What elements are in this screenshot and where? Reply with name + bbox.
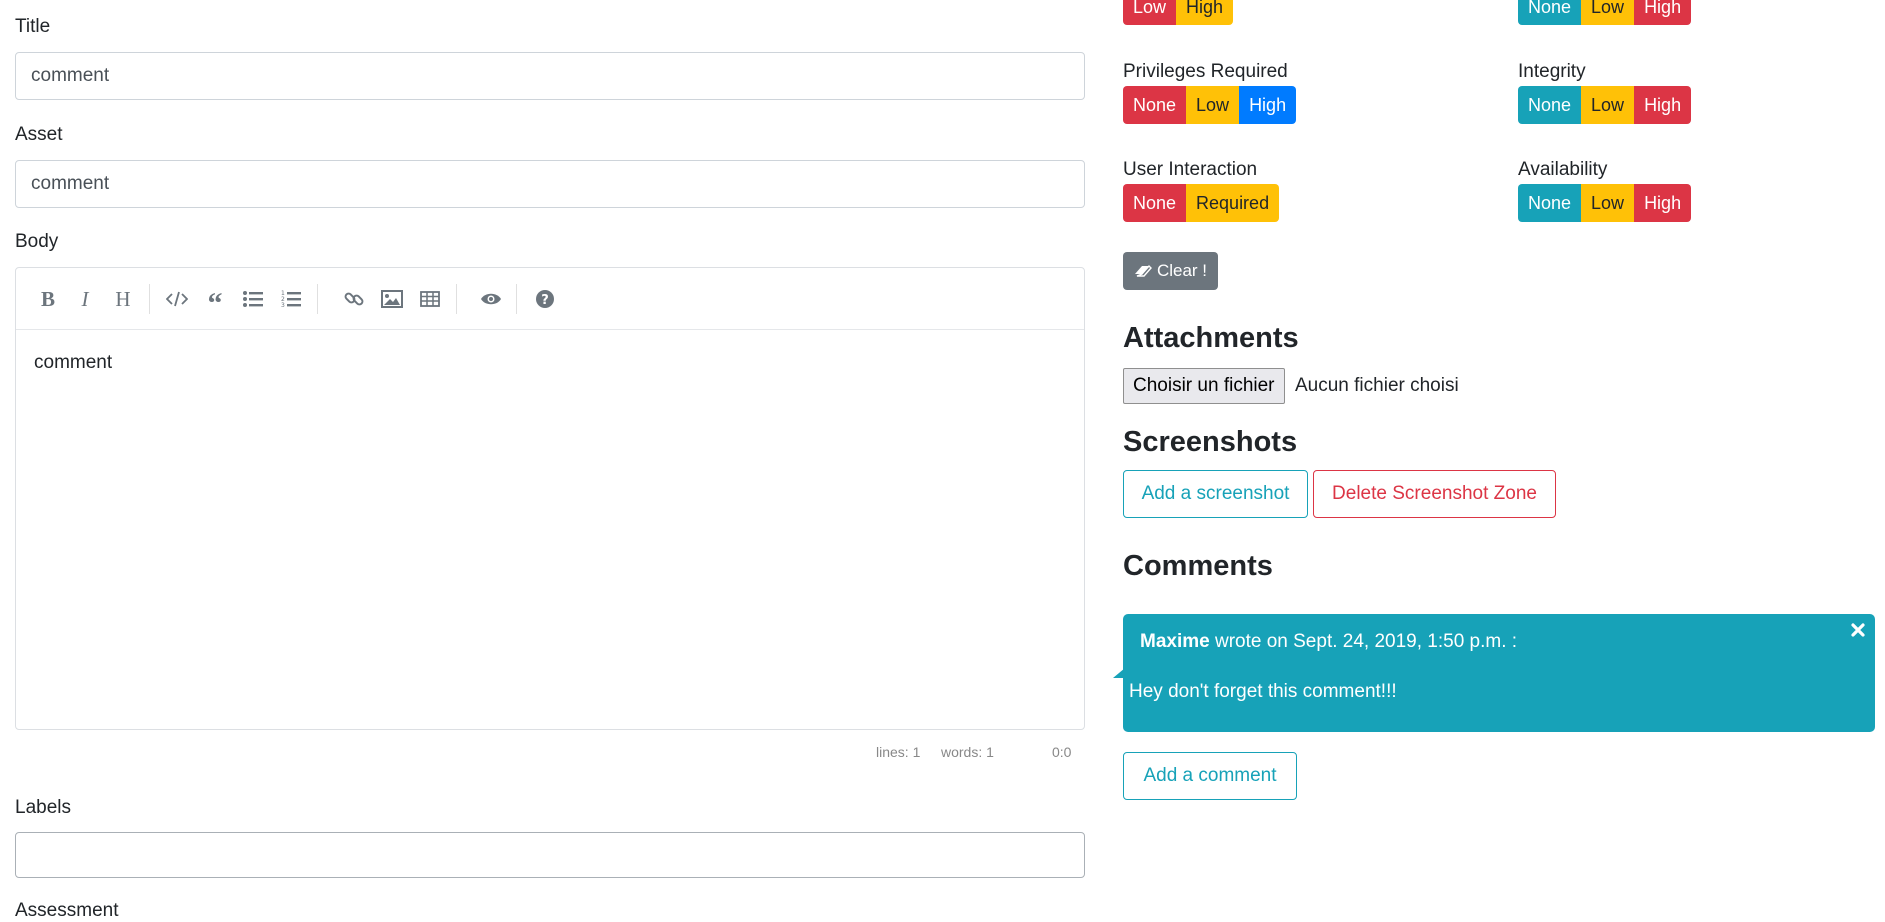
asset-label: Asset bbox=[15, 124, 63, 145]
top-right-option-high[interactable]: High bbox=[1634, 0, 1692, 25]
preview-icon[interactable] bbox=[476, 284, 506, 314]
toolbar-divider bbox=[516, 284, 517, 314]
markdown-editor[interactable]: B I H “ 123 ? comment bbox=[15, 267, 1085, 730]
choose-file-button[interactable]: Choisir un fichier bbox=[1123, 368, 1285, 404]
clear-button-label: Clear ! bbox=[1156, 261, 1208, 280]
availability-label: Availability bbox=[1518, 159, 1608, 180]
toolbar-divider bbox=[317, 284, 318, 314]
editor-content[interactable]: comment bbox=[34, 352, 112, 374]
metric-top-left-selector: Low High bbox=[1123, 0, 1234, 25]
integrity-selector: None Low High bbox=[1518, 86, 1692, 124]
availability-option-none[interactable]: None bbox=[1518, 184, 1582, 222]
italic-icon[interactable]: I bbox=[70, 284, 100, 314]
eraser-icon bbox=[1134, 264, 1152, 277]
quote-icon[interactable]: “ bbox=[200, 284, 230, 320]
comment-meta: wrote on Sept. 24, 2019, 1:50 p.m. : bbox=[1209, 631, 1518, 652]
user-interaction-label: User Interaction bbox=[1123, 159, 1258, 180]
clear-button[interactable]: Clear ! bbox=[1123, 252, 1218, 290]
code-icon[interactable] bbox=[162, 284, 192, 314]
image-icon[interactable] bbox=[377, 284, 407, 314]
bold-icon[interactable]: B bbox=[33, 284, 63, 314]
editor-cursor-position: 0:0 bbox=[1052, 744, 1072, 760]
add-comment-button[interactable]: Add a comment bbox=[1123, 752, 1297, 800]
privileges-option-high[interactable]: High bbox=[1239, 86, 1297, 124]
add-screenshot-button[interactable]: Add a screenshot bbox=[1123, 470, 1308, 518]
delete-screenshot-zone-button[interactable]: Delete Screenshot Zone bbox=[1313, 470, 1556, 518]
editor-lines-count: lines: 1 bbox=[876, 744, 921, 760]
screenshots-heading: Screenshots bbox=[1123, 426, 1298, 458]
comment-card: Maxime wrote on Sept. 24, 2019, 1:50 p.m… bbox=[1123, 614, 1875, 732]
privileges-option-none[interactable]: None bbox=[1123, 86, 1187, 124]
availability-option-high[interactable]: High bbox=[1634, 184, 1692, 222]
toolbar-divider bbox=[149, 284, 150, 314]
comment-header: Maxime wrote on Sept. 24, 2019, 1:50 p.m… bbox=[1140, 631, 1517, 653]
unordered-list-icon[interactable] bbox=[238, 284, 268, 314]
help-icon[interactable]: ? bbox=[530, 284, 560, 314]
integrity-option-low[interactable]: Low bbox=[1581, 86, 1635, 124]
availability-option-low[interactable]: Low bbox=[1581, 184, 1635, 222]
ordered-list-icon[interactable]: 123 bbox=[276, 284, 306, 314]
availability-selector: None Low High bbox=[1518, 184, 1692, 222]
privileges-option-low[interactable]: Low bbox=[1186, 86, 1240, 124]
integrity-label: Integrity bbox=[1518, 61, 1586, 82]
integrity-option-none[interactable]: None bbox=[1518, 86, 1582, 124]
user-interaction-option-required[interactable]: Required bbox=[1186, 184, 1280, 222]
metric-top-right-selector: None Low High bbox=[1518, 0, 1692, 25]
heading-icon[interactable]: H bbox=[108, 284, 138, 314]
privileges-required-label: Privileges Required bbox=[1123, 61, 1288, 82]
comment-text: Hey don't forget this comment!!! bbox=[1129, 681, 1397, 702]
comment-author: Maxime bbox=[1140, 631, 1210, 652]
top-right-option-none[interactable]: None bbox=[1518, 0, 1582, 25]
title-label: Title bbox=[15, 16, 51, 37]
attachments-heading: Attachments bbox=[1123, 322, 1299, 354]
top-left-option-low[interactable]: Low bbox=[1123, 0, 1177, 25]
toolbar-divider bbox=[456, 284, 457, 314]
svg-text:3: 3 bbox=[281, 302, 285, 308]
user-interaction-selector: None Required bbox=[1123, 184, 1280, 222]
close-icon[interactable] bbox=[1850, 622, 1866, 644]
top-left-option-high[interactable]: High bbox=[1176, 0, 1234, 25]
user-interaction-option-none[interactable]: None bbox=[1123, 184, 1187, 222]
asset-input[interactable]: comment bbox=[15, 160, 1085, 208]
title-input[interactable]: comment bbox=[15, 52, 1085, 100]
table-icon[interactable] bbox=[415, 284, 445, 314]
editor-words-count: words: 1 bbox=[941, 744, 994, 760]
no-file-chosen-text: Aucun fichier choisi bbox=[1295, 375, 1459, 396]
privileges-required-selector: None Low High bbox=[1123, 86, 1297, 124]
top-right-option-low[interactable]: Low bbox=[1581, 0, 1635, 25]
editor-toolbar: B I H “ 123 ? bbox=[16, 268, 1084, 330]
integrity-option-high[interactable]: High bbox=[1634, 86, 1692, 124]
link-icon[interactable] bbox=[339, 284, 369, 314]
body-label: Body bbox=[15, 231, 59, 252]
comments-heading: Comments bbox=[1123, 550, 1273, 582]
labels-label: Labels bbox=[15, 797, 71, 818]
svg-text:?: ? bbox=[541, 293, 549, 308]
labels-input[interactable] bbox=[15, 832, 1085, 878]
